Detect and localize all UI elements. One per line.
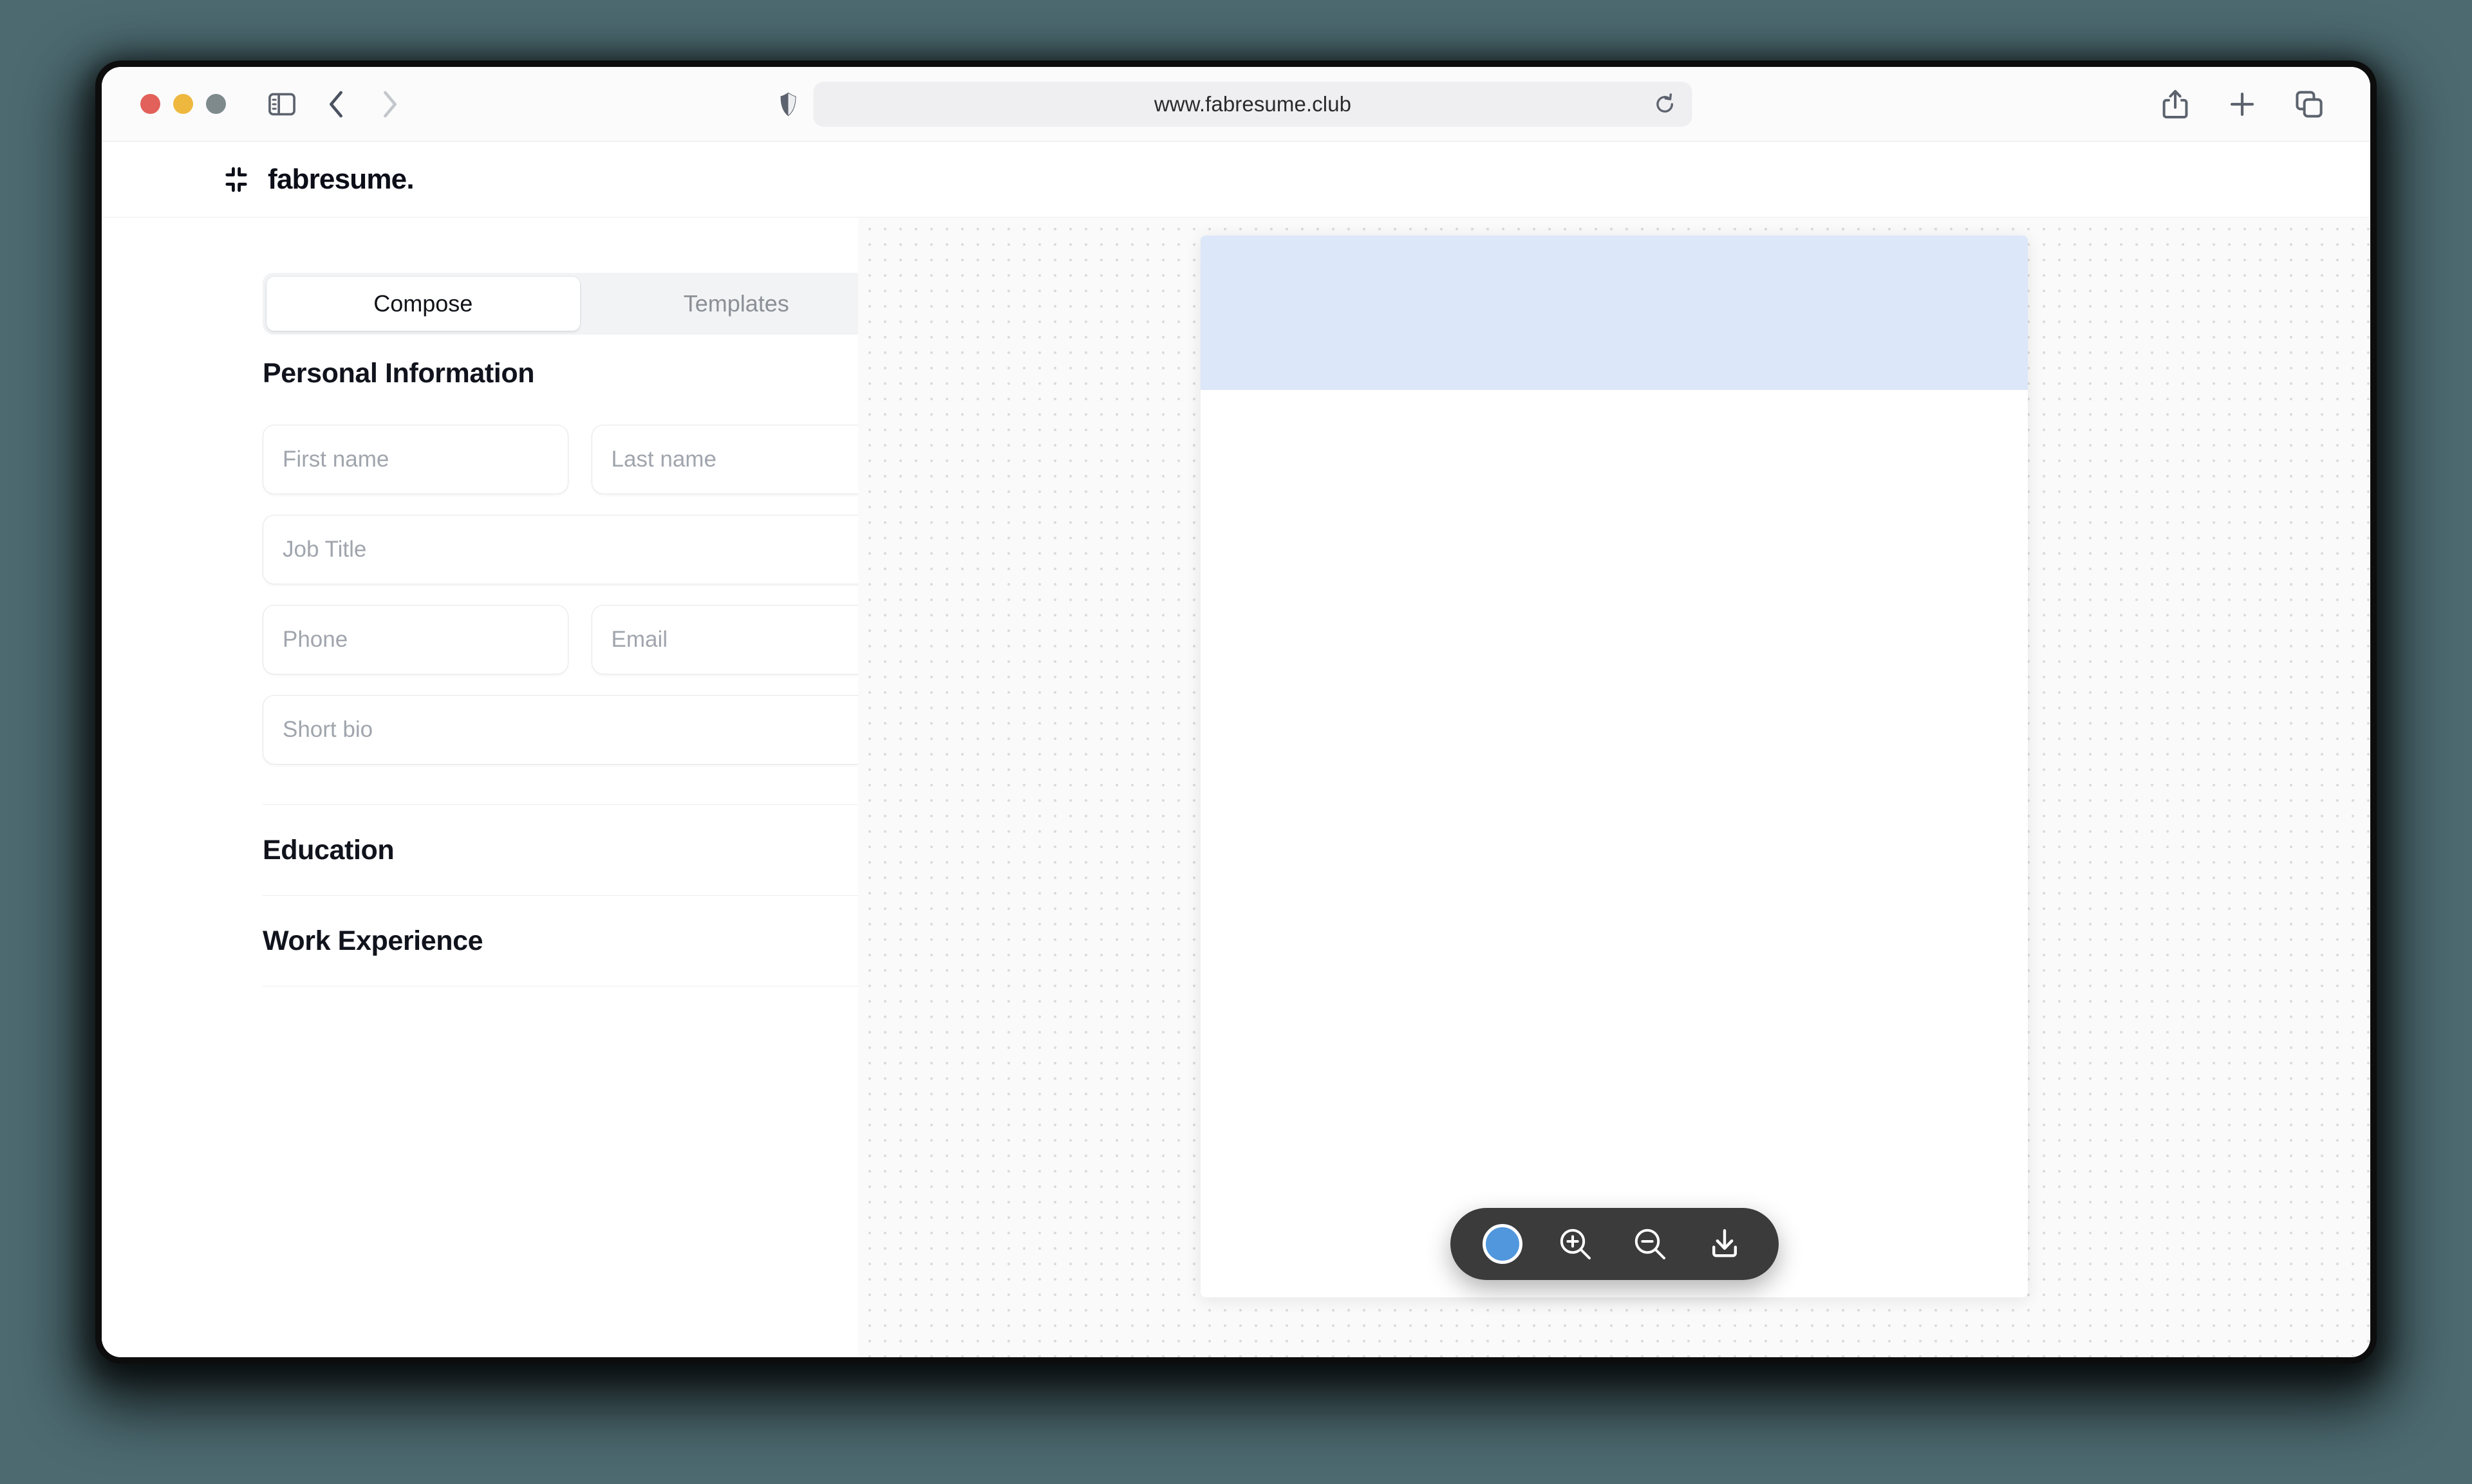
phone-input[interactable]: Phone [263, 605, 568, 674]
tab-templates[interactable]: Templates [580, 277, 894, 331]
color-swatch-button[interactable] [1482, 1224, 1522, 1264]
work-experience-section-header[interactable]: Work Experience [263, 896, 897, 986]
personal-information-header[interactable]: Personal Information [263, 335, 897, 412]
bio-row: Short bio [263, 695, 897, 765]
section-divider-3 [263, 986, 897, 987]
address-bar[interactable]: www.fabresume.club [813, 81, 1692, 127]
resume-page[interactable] [1201, 236, 2028, 1297]
browser-window: www.fabresume.club fabresume. Compose Te… [102, 67, 2370, 1357]
zoom-in-button[interactable] [1553, 1222, 1597, 1266]
education-section-header[interactable]: Education [263, 805, 897, 895]
education-title: Education [263, 834, 395, 866]
back-chevron-icon [330, 90, 342, 118]
close-window-button[interactable] [140, 94, 160, 114]
tab-overview-button[interactable] [2285, 80, 2333, 128]
magnifier-minus-icon [1634, 1229, 1665, 1259]
traffic-lights [140, 94, 226, 114]
work-experience-title: Work Experience [263, 925, 483, 956]
plus-icon [2230, 92, 2254, 116]
email-input[interactable]: Email [591, 605, 897, 674]
brand-name: fabresume. [268, 163, 415, 195]
minimize-window-button[interactable] [173, 94, 193, 114]
tab-overview-icon [2296, 90, 2323, 118]
zoom-out-button[interactable] [1628, 1222, 1672, 1266]
short-bio-input[interactable]: Short bio [263, 695, 897, 765]
collapse-corners-icon [225, 167, 247, 192]
privacy-shield-icon [780, 92, 796, 116]
share-button[interactable] [2151, 80, 2199, 128]
preview-toolbar [1450, 1208, 1779, 1280]
sidebar-toggle-button[interactable] [258, 80, 306, 128]
job-title-row: Job Title [263, 515, 897, 584]
tab-compose[interactable]: Compose [267, 277, 580, 331]
back-button[interactable] [312, 80, 360, 128]
url-text: www.fabresume.club [1154, 91, 1352, 116]
contact-row: Phone Email [263, 605, 897, 674]
forward-button[interactable] [366, 80, 414, 128]
job-title-input[interactable]: Job Title [263, 515, 897, 584]
zoom-window-button[interactable] [206, 94, 226, 114]
first-name-input[interactable]: First name [263, 425, 568, 494]
magnifier-plus-icon [1560, 1229, 1591, 1259]
forward-chevron-icon [384, 90, 397, 118]
navigation-controls [258, 80, 414, 128]
app-body: Compose Templates Personal Information F… [102, 218, 2370, 1357]
address-bar-area: www.fabresume.club [780, 81, 1692, 127]
sidebar-toggle-icon [268, 93, 295, 115]
mode-tabs: Compose Templates [263, 273, 897, 335]
download-icon [1712, 1229, 1737, 1257]
personal-information-title: Personal Information [263, 357, 535, 389]
share-icon [2162, 89, 2188, 118]
browser-actions [2151, 80, 2333, 128]
personal-information-fields: First name Last name Job Title Phone Ema… [263, 425, 897, 765]
browser-toolbar: www.fabresume.club [102, 67, 2370, 142]
reload-icon [1656, 93, 1673, 113]
editor-sidebar: Compose Templates Personal Information F… [102, 218, 897, 1357]
new-tab-button[interactable] [2218, 80, 2266, 128]
reload-button[interactable] [1655, 93, 1676, 115]
resume-header-banner [1201, 236, 2028, 390]
brand-logo[interactable]: fabresume. [221, 163, 415, 196]
app-header: fabresume. [102, 142, 2370, 218]
download-button[interactable] [1703, 1222, 1746, 1266]
name-row: First name Last name [263, 425, 897, 494]
resume-preview-canvas [858, 218, 2370, 1357]
last-name-input[interactable]: Last name [591, 425, 897, 494]
privacy-report-button[interactable] [780, 92, 797, 116]
